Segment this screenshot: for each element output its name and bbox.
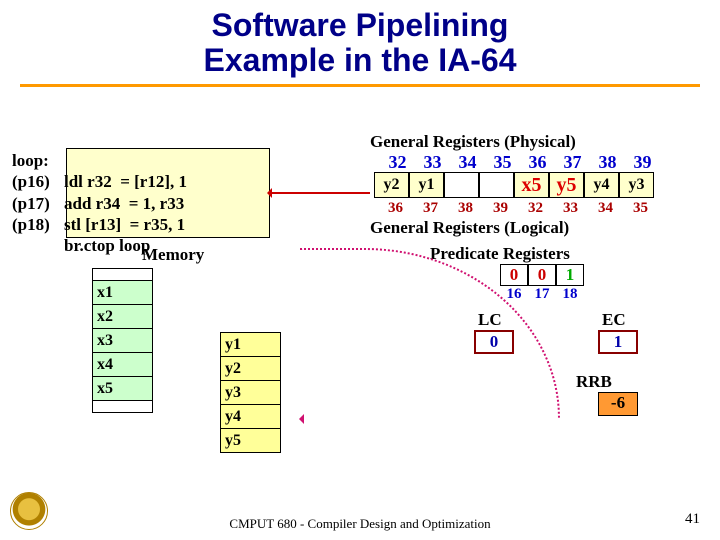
title-underline	[20, 84, 700, 87]
gpr-phys-label: General Registers (Physical)	[370, 132, 576, 152]
predicate-index: 16 17 18	[500, 286, 584, 303]
predicate-label: Predicate Registers	[430, 244, 570, 264]
gpr-value-row: y2 y1 x5 y5 y4 y3	[374, 172, 654, 198]
predicate-values: 0 0 1	[500, 264, 584, 286]
title-line2: Example in the IA-64	[0, 43, 720, 78]
rrb-value: -6	[598, 392, 638, 416]
memory-y-table: y1 y2 y3 y4 y5	[220, 332, 281, 453]
memory-x-table: x1 x2 x3 x4 x5	[92, 268, 153, 413]
page-number: 41	[685, 511, 700, 528]
title-line1: Software Pipelining	[0, 8, 720, 43]
loop-code: loop: (p16)ldl r32 = [r12], 1 (p17)add r…	[12, 150, 187, 256]
memory-label: Memory	[142, 245, 204, 265]
rrb-label: RRB	[576, 372, 612, 392]
arrow-to-code	[270, 192, 370, 194]
ec-value: 1	[598, 330, 638, 354]
footer-text: CMPUT 680 - Compiler Design and Optimiza…	[0, 516, 720, 532]
gpr-log-label: General Registers (Logical)	[370, 218, 569, 238]
ec-label: EC	[602, 310, 626, 330]
gpr-log-index: 3637383932333435	[378, 200, 658, 217]
loop-label: loop:	[12, 150, 187, 171]
gpr-phys-index: 3233343536373839	[380, 152, 660, 173]
slide-title: Software Pipelining Example in the IA-64	[0, 0, 720, 78]
